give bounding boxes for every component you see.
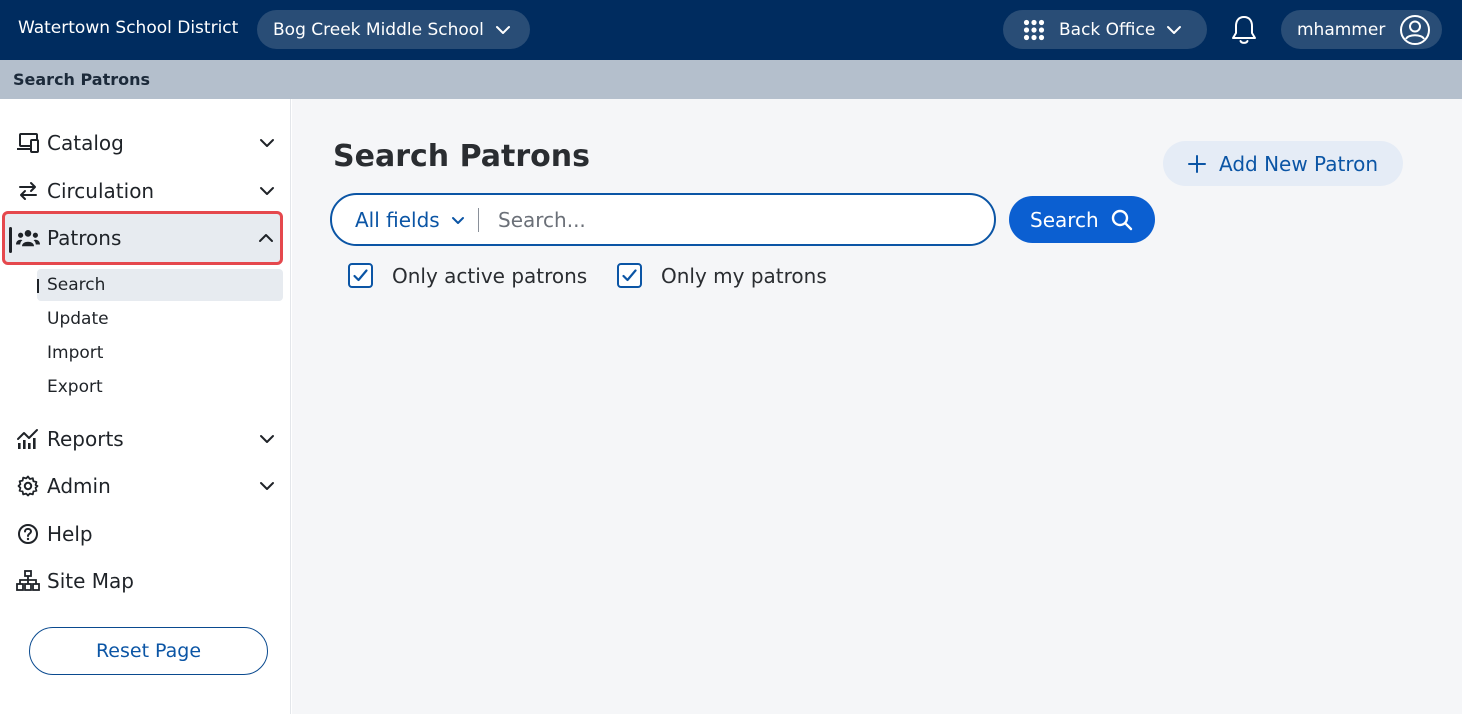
chart-icon <box>16 428 40 450</box>
sidebar-item-site-map[interactable]: Site Map <box>4 559 283 603</box>
user-avatar-icon <box>1399 14 1431 46</box>
sidebar-item-catalog[interactable]: Catalog <box>4 121 283 165</box>
search-field-value: All fields <box>355 208 440 232</box>
school-name: Bog Creek Middle School <box>273 19 484 40</box>
sidebar-item-circulation[interactable]: Circulation <box>4 169 283 213</box>
sidebar-subitem-import[interactable]: Import <box>37 337 283 369</box>
search-button[interactable]: Search <box>1009 196 1155 243</box>
only-my-patrons-checkbox[interactable]: Only my patrons <box>617 263 827 288</box>
active-marker <box>37 279 39 293</box>
app-switcher[interactable]: Back Office <box>1003 10 1207 49</box>
sidebar-item-reports[interactable]: Reports <box>4 417 283 461</box>
checkbox-label: Only active patrons <box>392 263 588 288</box>
search-icon <box>1111 209 1133 231</box>
plus-icon <box>1187 154 1207 174</box>
only-active-patrons-checkbox[interactable]: Only active patrons <box>348 263 587 288</box>
sidebar-subitem-label: Export <box>47 377 103 397</box>
chevron-down-icon <box>1165 21 1183 39</box>
chevron-down-icon <box>257 429 277 449</box>
checkbox-checked-icon <box>348 263 373 288</box>
people-icon <box>16 227 40 249</box>
chevron-down-icon <box>494 21 512 39</box>
search-divider <box>478 208 479 232</box>
devices-icon <box>16 132 40 154</box>
sidebar-subitem-search[interactable]: Search <box>37 269 283 301</box>
sidebar-item-label: Help <box>47 522 93 546</box>
reset-page-button[interactable]: Reset Page <box>29 627 268 675</box>
chevron-down-icon <box>450 212 466 228</box>
sidebar-item-admin[interactable]: Admin <box>4 464 283 508</box>
page-title: Search Patrons <box>333 139 590 174</box>
checkbox-checked-icon <box>617 263 642 288</box>
notifications-bell-icon[interactable] <box>1228 13 1260 47</box>
arrows-swap-icon <box>16 180 40 202</box>
sidebar-subitem-update[interactable]: Update <box>37 303 283 335</box>
help-icon <box>16 523 40 545</box>
username: mhammer <box>1297 19 1386 40</box>
grid-icon <box>1023 19 1045 41</box>
user-menu[interactable]: mhammer <box>1281 10 1442 49</box>
breadcrumb: Search Patrons <box>0 60 1462 99</box>
search-bar: All fields <box>330 193 996 246</box>
sitemap-icon <box>16 570 40 592</box>
sidebar-item-help[interactable]: Help <box>4 512 283 556</box>
chevron-down-icon <box>257 181 277 201</box>
search-input[interactable] <box>498 205 978 235</box>
chevron-down-icon <box>257 133 277 153</box>
sidebar-item-label: Circulation <box>47 179 155 203</box>
active-marker <box>9 227 12 253</box>
sidebar-subitem-export[interactable]: Export <box>37 371 283 403</box>
sidebar-item-label: Catalog <box>47 131 124 155</box>
sidebar: Catalog Circulation Patrons Search Updat… <box>0 99 291 714</box>
sidebar-subitem-label: Import <box>47 343 104 363</box>
sidebar-item-label: Admin <box>47 474 111 498</box>
sidebar-subitem-label: Update <box>47 309 109 329</box>
top-bar: Watertown School District Bog Creek Midd… <box>0 0 1462 60</box>
add-new-patron-label: Add New Patron <box>1219 151 1379 176</box>
sidebar-item-label: Reports <box>47 427 124 451</box>
add-new-patron-button[interactable]: Add New Patron <box>1163 141 1403 186</box>
sidebar-item-patrons[interactable]: Patrons <box>2 211 283 265</box>
sidebar-subitem-label: Search <box>47 275 106 295</box>
school-selector[interactable]: Bog Creek Middle School <box>257 10 530 49</box>
search-field-select[interactable]: All fields <box>355 208 466 232</box>
chevron-down-icon <box>257 476 277 496</box>
checkbox-label: Only my patrons <box>661 263 827 288</box>
breadcrumb-current: Search Patrons <box>13 70 151 89</box>
gear-icon <box>16 475 40 497</box>
sidebar-item-label: Patrons <box>47 226 122 250</box>
search-button-label: Search <box>1030 207 1099 232</box>
chevron-up-icon <box>256 228 276 248</box>
app-switcher-label: Back Office <box>1059 19 1156 40</box>
sidebar-item-label: Site Map <box>47 569 134 593</box>
main-content: Search Patrons Add New Patron All fields… <box>292 99 1462 714</box>
district-name: Watertown School District <box>18 18 239 38</box>
